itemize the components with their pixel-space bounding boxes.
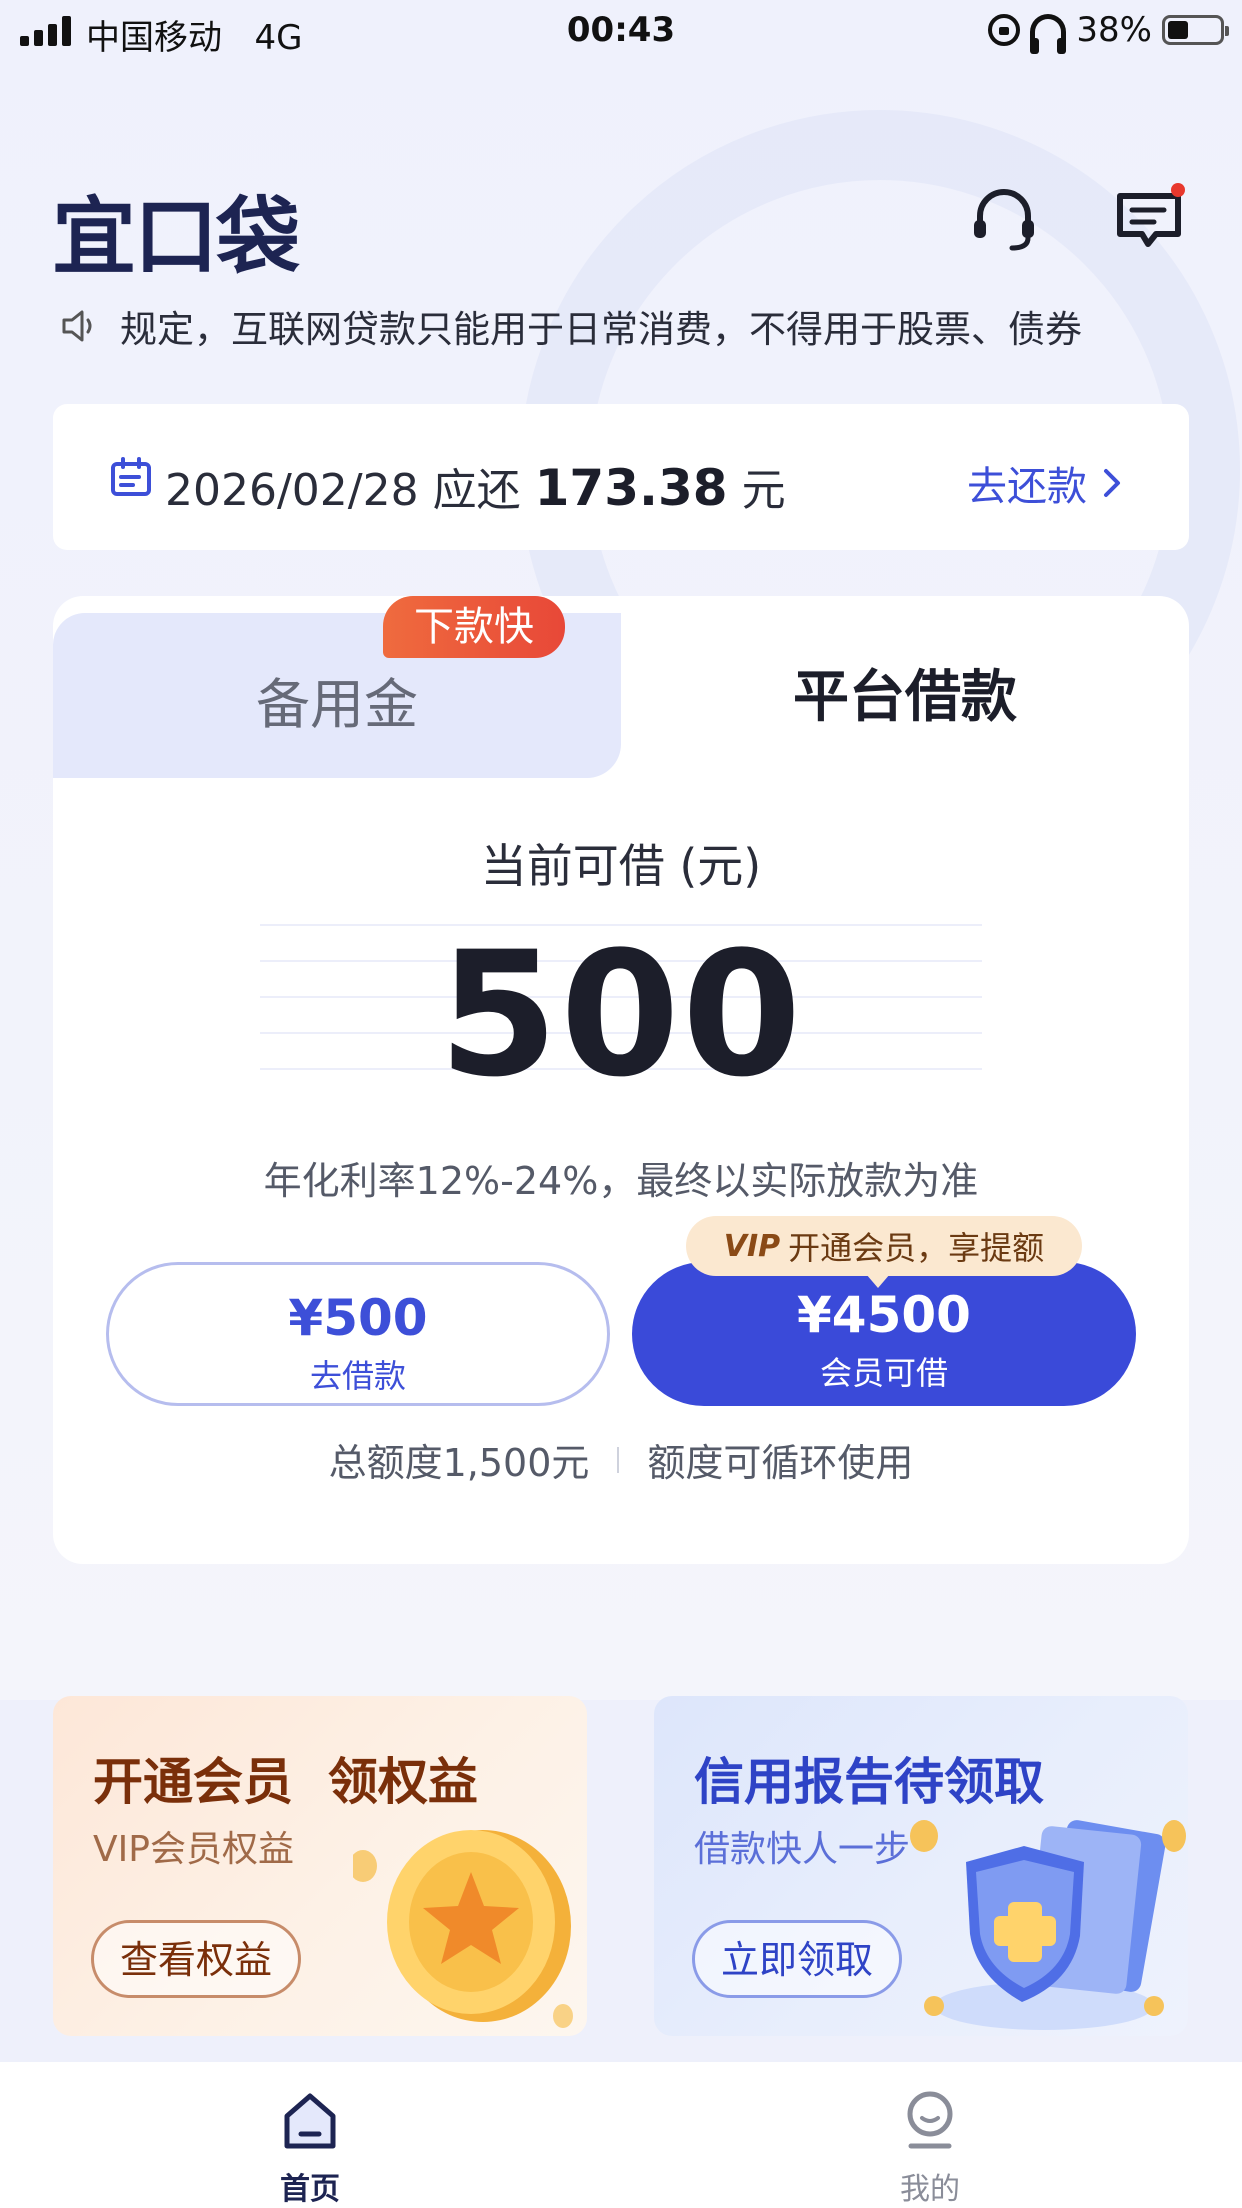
available-amount: 500 [438,914,804,1115]
go-repay-button[interactable]: 去还款 [967,454,1123,512]
shield-illustration [910,1820,1186,2030]
vip-tip-text: 开通会员，享提额 [788,1229,1045,1267]
headphones-icon [1030,14,1067,54]
bill-icon [111,457,151,496]
repayment-date: 2026/02/28 [165,465,419,516]
vip-promo-title: 开通会员 领权益 [93,1753,478,1811]
credit-report-title: 信用报告待领取 [694,1753,1044,1811]
coin-illustration [353,1830,573,2028]
app-logo: 宜口袋 [52,188,300,286]
credit-report-subtitle: 借款快人一步 [694,1829,911,1870]
chevron-right-icon [1104,469,1120,497]
quota-divider [617,1446,620,1473]
tab-home[interactable]: 首页 [210,2090,410,2208]
vip-tip-bubble[interactable]: VIP 开通会员，享提额 [686,1216,1082,1288]
vip-button-label: 会员可借 [819,1354,948,1392]
tab-platform-loan[interactable]: 平台借款 [621,652,1189,733]
borrow-button-amount: ¥500 [288,1289,428,1347]
customer-service-button[interactable] [966,182,1042,258]
quota-info: 总额度1,500元 额度可循环使用 [53,1432,1189,1487]
borrow-button-label: 去借款 [309,1357,406,1395]
home-icon [284,2093,336,2149]
message-icon [1117,183,1185,247]
go-repay-label: 去还款 [967,464,1087,510]
repayment-card[interactable]: 2026/02/28 应还 173.38 元 去还款 [53,404,1189,550]
tab-home-label: 首页 [280,2172,340,2207]
claim-now-button[interactable]: 立即领取 [692,1920,903,1998]
vip-promo-card[interactable]: 开通会员 领权益 VIP会员权益 查看权益 [53,1696,587,2036]
battery-percent: 38% [1076,10,1152,50]
status-bar: 中国移动 4G 00:43 38% [0,0,1242,62]
repayment-unit: 元 [741,465,786,516]
repayment-due-label: 应还 [432,465,521,516]
notice-text: 规定，互联网贷款只能用于日常消费，不得用于股票、债券 [120,308,1082,351]
tab-reserve-fund-label[interactable]: 备用金 [53,660,621,739]
battery-icon [1162,15,1229,45]
current-available-label: 当前可借 (元) [480,839,762,893]
vip-button-amount: ¥4500 [797,1286,971,1344]
tab-me-label: 我的 [900,2172,960,2207]
user-icon [907,2091,953,2149]
vip-promo-subtitle: VIP会员权益 [93,1829,294,1870]
repayment-amount: 173.38 [534,459,728,517]
rotation-lock-icon [988,14,1021,46]
vip-badge-icon: VIP [723,1228,781,1264]
fast-payout-badge: 下款快 [383,596,565,658]
notification-dot [1171,183,1185,197]
quota-total: 总额度1,500元 [328,1441,590,1485]
speaker-icon [62,310,92,342]
repayment-info: 2026/02/28 应还 173.38 元 [165,454,786,518]
status-right: 38% [988,10,1229,54]
tab-me[interactable]: 我的 [830,2090,1030,2208]
quota-note: 额度可循环使用 [647,1441,914,1485]
credit-report-card[interactable]: 信用报告待领取 借款快人一步 立即领取 [654,1696,1188,2036]
message-button[interactable] [1112,182,1188,258]
view-benefits-button[interactable]: 查看权益 [91,1920,302,1998]
bottom-tab-bar: 首页 我的 [0,2062,1242,2208]
headset-icon [974,189,1034,251]
interest-rate-text: 年化利率12%-24%，最终以实际放款为准 [263,1159,979,1203]
borrow-button[interactable]: ¥500 去借款 [106,1262,610,1406]
notice-bar[interactable]: 规定，互联网贷款只能用于日常消费，不得用于股票、债券 [58,298,1188,354]
